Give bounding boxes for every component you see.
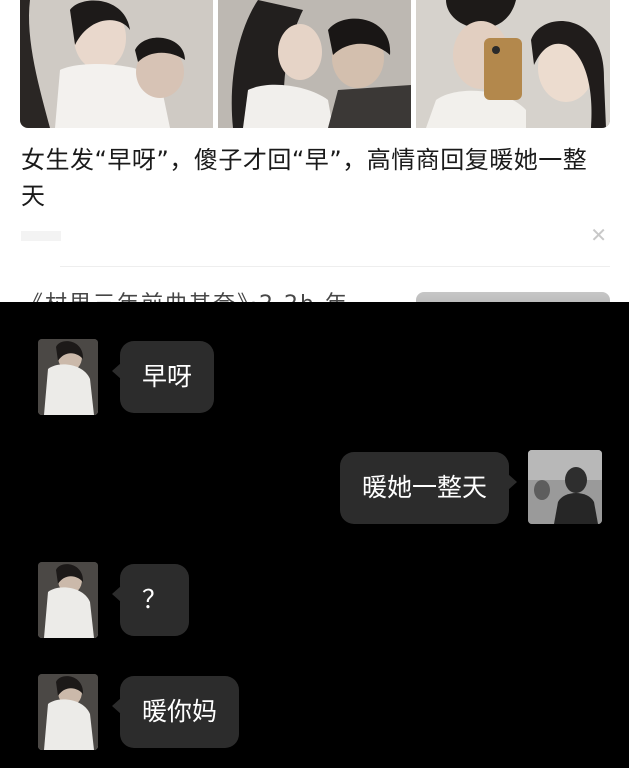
next-news-thumbnail[interactable] <box>416 292 610 302</box>
news-thumbnails[interactable] <box>20 0 610 128</box>
message-text: 早呀 <box>142 362 193 391</box>
chat-bubble-outgoing[interactable]: 暖她一整天 <box>339 452 518 524</box>
divider <box>60 266 610 267</box>
avatar-other[interactable] <box>38 674 98 750</box>
news-source-placeholder <box>21 231 61 241</box>
next-news-title-text: 《村里三年前曲其奈》·2.2h 年 <box>21 286 401 302</box>
avatar-other[interactable] <box>38 339 98 415</box>
chat-bubble-incoming[interactable]: 暖你妈 <box>111 676 240 748</box>
news-meta-row: ✕ <box>21 224 611 248</box>
news-headline[interactable]: 女生发“早呀”，傻子才回“早”，高情商回复暖她一整天 <box>21 142 601 214</box>
next-news-title[interactable]: 《村里三年前曲其奈》·2.2h 年 <box>21 286 401 302</box>
news-card[interactable]: 女生发“早呀”，傻子才回“早”，高情商回复暖她一整天 ✕ 《村里三年前曲其奈》·… <box>0 0 629 302</box>
message-text: 暖她一整天 <box>361 473 487 502</box>
chat-bubble-incoming[interactable]: ？ <box>111 564 190 636</box>
close-icon[interactable]: ✕ <box>590 224 607 246</box>
message-text: ？ <box>142 585 168 614</box>
avatar-self[interactable] <box>528 450 602 524</box>
news-thumbnail-2[interactable] <box>218 0 411 128</box>
message-text: 暖你妈 <box>142 697 218 726</box>
chat-area[interactable]: 早呀 暖她一整天 ？ 暖你妈 <box>0 302 629 768</box>
chat-bubble-incoming[interactable]: 早呀 <box>111 341 215 413</box>
news-thumbnail-3[interactable] <box>416 0 610 128</box>
news-thumbnail-1[interactable] <box>20 0 213 128</box>
avatar-other[interactable] <box>38 562 98 638</box>
